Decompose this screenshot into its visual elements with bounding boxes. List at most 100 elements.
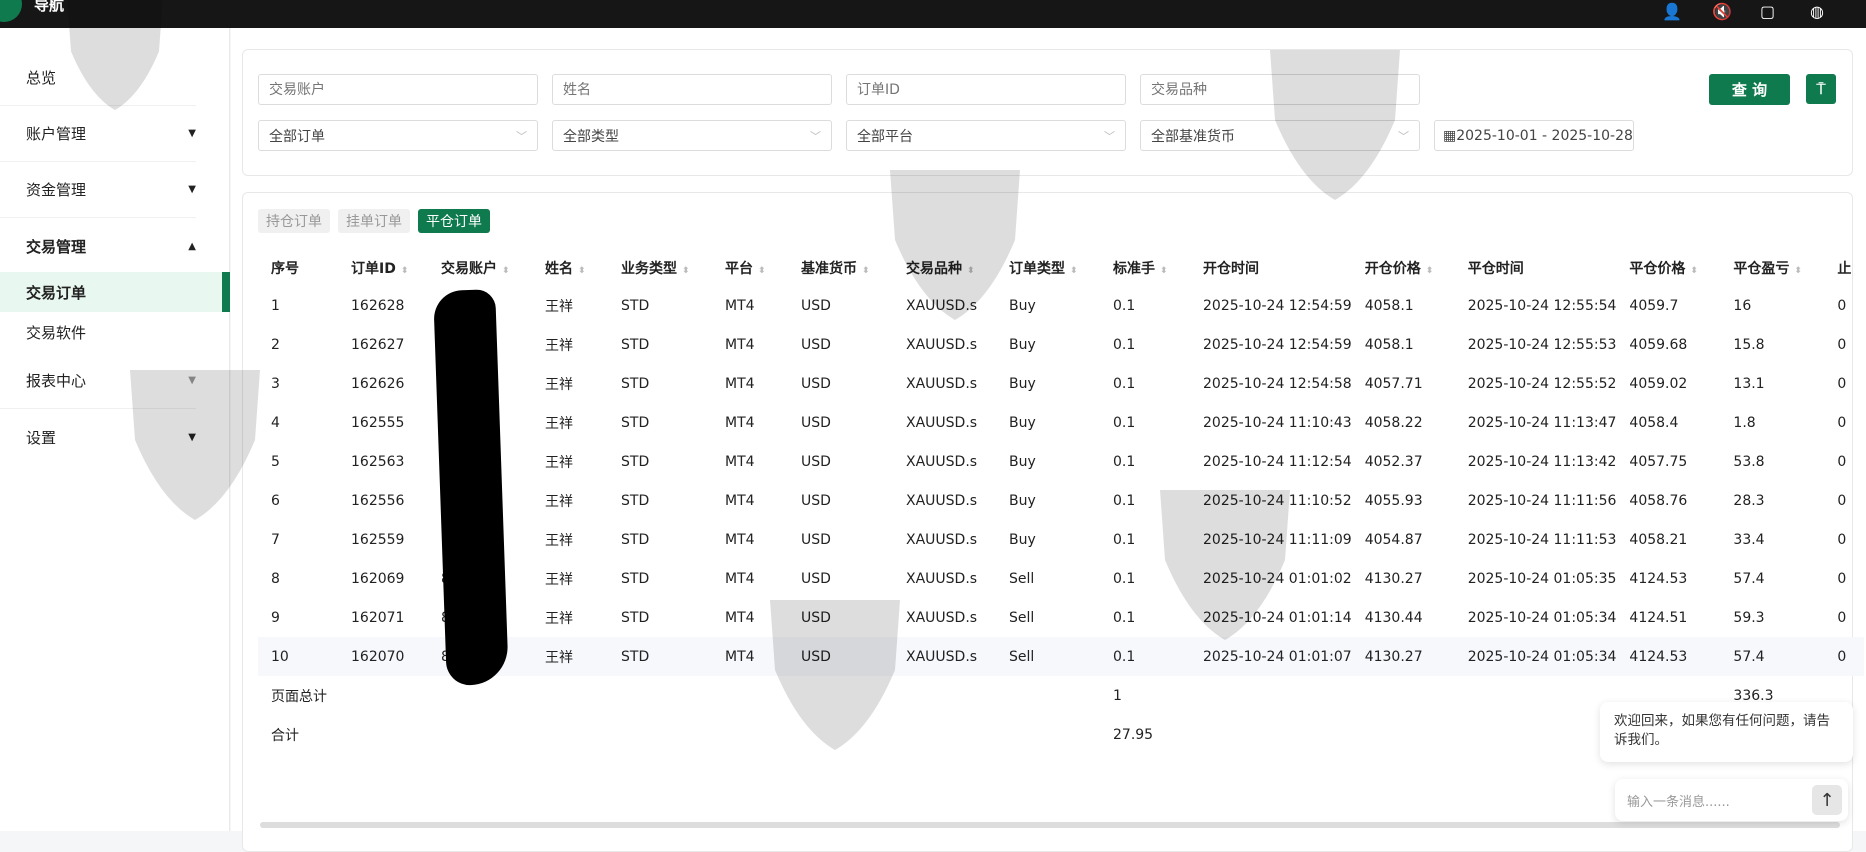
sort-icon[interactable]: ⬍ xyxy=(578,266,586,276)
table-cell: 27.95 xyxy=(1113,726,1154,743)
tab-pending-orders[interactable]: 挂单订单 xyxy=(338,209,410,233)
table-cell: 2025-10-24 11:11:09 xyxy=(1203,531,1352,548)
column-header[interactable]: 序号 xyxy=(258,250,338,286)
table-cell: USD xyxy=(801,297,831,314)
column-header[interactable]: 交易品种 ⬍ xyxy=(893,250,996,286)
table-cell: 162069 xyxy=(351,570,405,587)
mute-icon[interactable]: 🔇 xyxy=(1712,2,1732,21)
table-cell: 王祥 xyxy=(545,532,573,549)
chat-input[interactable]: 输入一条消息...... ↑ xyxy=(1615,779,1848,821)
table-cell: XAUUSD.s xyxy=(906,453,978,470)
sidebar-item-trading[interactable]: 交易管理 ▲ xyxy=(0,218,196,274)
message-icon[interactable]: ▢ xyxy=(1760,2,1775,21)
sort-icon[interactable]: ⬍ xyxy=(682,266,690,276)
globe-icon[interactable]: ◍ xyxy=(1810,2,1824,21)
table-cell: MT4 xyxy=(725,414,755,431)
value: 2025-10-01 - 2025-10-28 xyxy=(1456,127,1633,144)
sidebar-item-reports[interactable]: 报表中心 ▼ xyxy=(0,353,196,409)
sort-icon[interactable]: ⬍ xyxy=(862,266,870,276)
column-header[interactable]: 平仓时间 xyxy=(1455,250,1617,286)
table-cell: 7 xyxy=(271,531,280,548)
date-range-picker[interactable]: ▦ 2025-10-01 - 2025-10-28 xyxy=(1434,120,1634,151)
column-header[interactable]: 开仓时间 xyxy=(1190,250,1352,286)
table-cell: 1 xyxy=(1113,687,1122,704)
table-cell: 1.8 xyxy=(1733,414,1756,431)
send-button[interactable]: ↑ xyxy=(1812,785,1842,815)
column-header[interactable]: 止 xyxy=(1824,250,1864,286)
table-cell: STD xyxy=(621,492,650,509)
sidebar-item-trade-software[interactable]: 交易软件 xyxy=(0,312,230,352)
table-header: 序号 订单ID ⬍ 交易账户 ⬍ 姓名 ⬍ 业务类型 ⬍ 平台 ⬍ 基准货币 ⬍ 交易品种 ⬍ 订单类型 ⬍ 标准… xyxy=(258,250,1864,286)
table-cell: 4058.1 xyxy=(1364,297,1414,314)
table-cell xyxy=(893,715,996,754)
sort-icon[interactable]: ⬍ xyxy=(502,266,510,276)
table-cell: Buy xyxy=(1009,375,1036,392)
tab-open-orders[interactable]: 持仓订单 xyxy=(258,209,330,233)
table-cell: 16 xyxy=(1733,297,1752,314)
sidebar-item-settings[interactable]: 设置 ▼ xyxy=(0,409,196,465)
column-label: 止 xyxy=(1837,261,1852,277)
table-cell: 5 xyxy=(271,453,280,470)
sidebar: 总览 账户管理 ▼ 资金管理 ▼ 交易管理 ▲ 交易订单 交易软件 报表中心 ▼ 设置 ▼ xyxy=(0,28,230,831)
account-input[interactable] xyxy=(258,74,538,105)
column-header[interactable]: 交易账户 ⬍ xyxy=(428,250,532,286)
sort-icon[interactable]: ⬍ xyxy=(1794,266,1802,276)
sort-icon[interactable]: ⬍ xyxy=(967,266,975,276)
horizontal-scrollbar[interactable] xyxy=(260,822,1840,828)
table-cell: STD xyxy=(621,609,650,626)
table-cell: USD xyxy=(801,375,831,392)
sort-icon[interactable]: ⬍ xyxy=(1690,266,1698,276)
column-label: 交易账户 xyxy=(441,261,497,277)
column-header[interactable]: 姓名 ⬍ xyxy=(532,250,608,286)
sidebar-item-trade-orders[interactable]: 交易订单 xyxy=(0,272,230,312)
name-input[interactable] xyxy=(552,74,832,105)
order-select[interactable]: 全部订单 ﹀ xyxy=(258,120,538,151)
query-button[interactable]: 查 询 xyxy=(1709,74,1790,105)
table-cell: 王祥 xyxy=(545,298,573,315)
table-cell: 4124.53 xyxy=(1629,570,1688,587)
sort-icon[interactable]: ⬍ xyxy=(758,266,766,276)
table-cell: Buy xyxy=(1009,336,1036,353)
column-header[interactable]: 基准货币 ⬍ xyxy=(788,250,893,286)
column-header[interactable]: 标准手 ⬍ xyxy=(1100,250,1190,286)
column-header[interactable]: 开仓价格 ⬍ xyxy=(1352,250,1455,286)
table-cell: 4059.7 xyxy=(1629,297,1679,314)
sort-icon[interactable]: ⬍ xyxy=(1070,266,1078,276)
column-header[interactable]: 业务类型 ⬍ xyxy=(608,250,712,286)
column-header[interactable]: 平仓盈亏 ⬍ xyxy=(1720,250,1824,286)
table-cell xyxy=(338,715,428,754)
table-cell: MT4 xyxy=(725,570,755,587)
table-cell: Buy xyxy=(1009,414,1036,431)
reset-filter-button[interactable]: ⍑ xyxy=(1806,74,1836,104)
sort-icon[interactable]: ⬍ xyxy=(401,266,409,276)
column-header[interactable]: 平台 ⬍ xyxy=(712,250,788,286)
table-cell: 4124.53 xyxy=(1616,637,1721,676)
user-icon[interactable]: 👤 xyxy=(1662,2,1682,21)
table-cell: Sell xyxy=(1009,570,1035,587)
table-cell: 0 xyxy=(1837,414,1847,431)
sidebar-item-accounts[interactable]: 账户管理 ▼ xyxy=(0,106,196,162)
sidebar-item-overview[interactable]: 总览 xyxy=(0,50,196,106)
sort-icon[interactable]: ⬍ xyxy=(1160,266,1168,276)
table-cell: USD xyxy=(788,637,893,676)
table-cell: 2025-10-24 12:55:53 xyxy=(1467,336,1617,353)
table-cell xyxy=(712,715,788,754)
column-header[interactable]: 平仓价格 ⬍ xyxy=(1616,250,1720,286)
column-header[interactable]: 订单类型 ⬍ xyxy=(996,250,1100,286)
platform-select[interactable]: 全部平台 ﹀ xyxy=(846,120,1126,151)
order-id-input[interactable] xyxy=(846,74,1126,105)
column-header[interactable]: 订单ID ⬍ xyxy=(338,250,428,286)
column-label: 平仓时间 xyxy=(1467,261,1524,277)
sidebar-item-funds[interactable]: 资金管理 ▼ xyxy=(0,162,196,218)
type-select[interactable]: 全部类型 ﹀ xyxy=(552,120,832,151)
sort-icon[interactable]: ⬍ xyxy=(1426,266,1434,276)
table-cell: Buy xyxy=(1009,297,1036,314)
tab-closed-orders[interactable]: 平仓订单 xyxy=(418,209,490,233)
chevron-down-icon: ﹀ xyxy=(1398,129,1409,143)
column-label: 订单ID xyxy=(351,261,396,277)
symbol-input[interactable] xyxy=(1140,74,1420,105)
table-row: 116262881王祥STDMT4USDXAUUSD.sBuy0.12025-1… xyxy=(258,286,1864,325)
currency-select[interactable]: 全部基准货币 ﹀ xyxy=(1140,120,1420,151)
table-cell: 0.1 xyxy=(1113,336,1136,353)
table-cell: 王祥 xyxy=(545,571,573,588)
